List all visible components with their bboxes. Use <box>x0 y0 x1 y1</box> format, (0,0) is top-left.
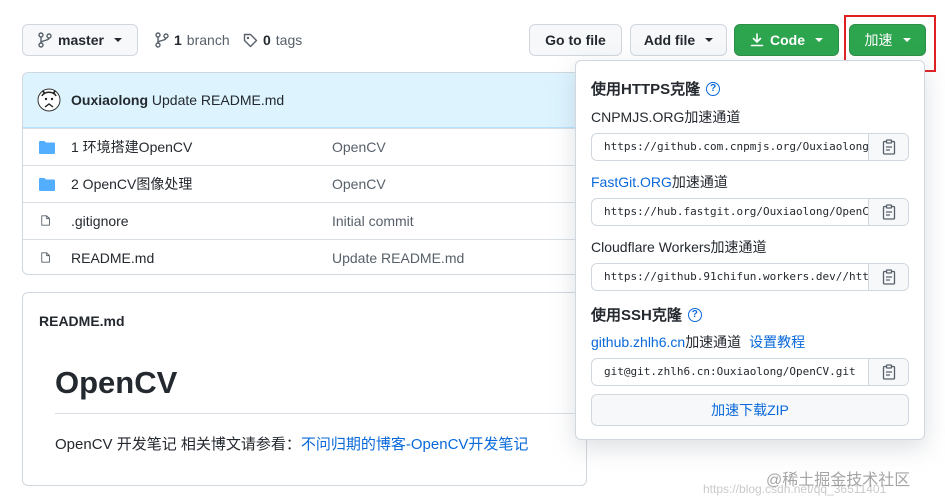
tag-count: 0 <box>263 32 271 48</box>
clipboard-icon <box>882 204 895 220</box>
branch-word: branch <box>186 32 230 48</box>
readme-text: OpenCV 开发笔记 相关博文请参看：不问归期的博客-OpenCV开发笔记 <box>55 433 528 454</box>
fastgit-link[interactable]: FastGit.ORG <box>591 174 672 190</box>
add-file-label: Add file <box>643 32 696 48</box>
branch-count: 1 <box>174 32 182 48</box>
ssh-setup-link[interactable]: 设置教程 <box>749 334 805 350</box>
folder-icon <box>39 141 55 154</box>
chevron-down-icon <box>902 38 911 42</box>
cnpmjs-label: CNPMJS.ORG加速通道 <box>591 109 741 125</box>
branch-icon <box>38 32 52 48</box>
ssh-clone-title: 使用SSH克隆 <box>591 307 682 324</box>
fastgit-suffix: 加速通道 <box>671 174 728 190</box>
copy-button[interactable] <box>868 134 908 160</box>
commit-message[interactable]: Update README.md <box>152 92 284 108</box>
readme-title-divider <box>55 413 586 414</box>
avatar[interactable] <box>37 88 61 112</box>
download-icon <box>750 33 764 47</box>
copy-button[interactable] <box>868 359 908 385</box>
table-row[interactable]: 2 OpenCV图像处理 OpenCV <box>23 165 586 202</box>
file-name[interactable]: 2 OpenCV图像处理 <box>71 174 192 194</box>
download-zip-button[interactable]: 加速下载ZIP <box>591 394 909 426</box>
ssh-label: github.zhlh6.cn加速通道 设置教程 <box>591 332 805 352</box>
copy-button[interactable] <box>868 199 908 225</box>
code-label: Code <box>770 32 805 48</box>
cnpmjs-url-field[interactable]: https://github.com.cnpmjs.org/Ouxiaolong… <box>591 133 909 161</box>
code-button[interactable]: Code <box>734 24 839 56</box>
file-commit-message[interactable]: OpenCV <box>332 176 386 192</box>
file-icon <box>41 252 50 263</box>
file-name[interactable]: 1 环境搭建OpenCV <box>71 137 192 157</box>
cnpmjs-url[interactable]: https://github.com.cnpmjs.org/Ouxiaolong… <box>592 134 868 160</box>
go-to-file-button[interactable]: Go to file <box>529 24 622 56</box>
chevron-down-icon <box>705 38 714 42</box>
commit-author[interactable]: Ouxiaolong <box>71 92 148 108</box>
add-file-button[interactable]: Add file <box>630 24 727 56</box>
file-commit-message[interactable]: Update README.md <box>332 250 464 266</box>
table-row[interactable]: 1 环境搭建OpenCV OpenCV <box>23 128 586 165</box>
file-name[interactable]: .gitignore <box>71 213 129 229</box>
accelerate-label: 加速 <box>864 32 893 48</box>
help-icon[interactable]: ? <box>687 307 702 322</box>
https-clone-title: 使用HTTPS克隆 <box>591 81 701 98</box>
cloudflare-url-field[interactable]: https://github.91chifun.workers.dev//htt… <box>591 263 909 291</box>
branch-select-label: master <box>58 32 104 48</box>
clipboard-icon <box>882 269 895 285</box>
cloudflare-url[interactable]: https://github.91chifun.workers.dev//htt… <box>592 264 868 290</box>
accelerate-button[interactable]: 加速 <box>849 24 926 56</box>
cloudflare-label: Cloudflare Workers加速通道 <box>591 239 767 255</box>
go-to-file-label: Go to file <box>545 32 606 48</box>
fastgit-label: FastGit.ORG加速通道 <box>591 172 728 192</box>
fastgit-url-field[interactable]: https://hub.fastgit.org/Ouxiaolong/OpenC… <box>591 198 909 226</box>
ssh-suffix: 加速通道 <box>685 334 742 350</box>
folder-icon <box>39 178 55 191</box>
readme-panel: README.md OpenCV OpenCV 开发笔记 相关博文请参看：不问归… <box>22 292 587 486</box>
readme-blog-link[interactable]: 不问归期的博客-OpenCV开发笔记 <box>301 436 529 453</box>
branch-icon <box>155 32 169 48</box>
https-clone-heading: 使用HTTPS克隆 ? <box>591 78 721 99</box>
accelerate-dropdown: 使用HTTPS克隆 ? CNPMJS.ORG加速通道 https://githu… <box>575 60 925 440</box>
table-row[interactable]: README.md Update README.md <box>23 239 586 274</box>
readme-description: OpenCV 开发笔记 相关博文请参看： <box>55 436 301 453</box>
file-list-panel: Ouxiaolong Update README.md 1 环境搭建OpenCV… <box>22 72 587 275</box>
file-commit-message[interactable]: Initial commit <box>332 213 414 229</box>
file-name[interactable]: README.md <box>71 250 154 266</box>
branch-select-button[interactable]: master <box>22 24 138 56</box>
clipboard-icon <box>882 139 895 155</box>
chevron-down-icon <box>113 38 122 42</box>
ssh-clone-heading: 使用SSH克隆 ? <box>591 304 702 325</box>
copy-button[interactable] <box>868 264 908 290</box>
help-icon[interactable]: ? <box>706 81 721 96</box>
branches-link[interactable]: 1 branch <box>155 30 230 50</box>
fastgit-url[interactable]: https://hub.fastgit.org/Ouxiaolong/OpenC… <box>592 199 868 225</box>
tags-link[interactable]: 0 tags <box>243 30 302 50</box>
chevron-down-icon <box>815 38 823 42</box>
readme-header: README.md <box>39 313 125 329</box>
tag-icon <box>243 33 258 47</box>
ssh-url-field[interactable]: git@git.zhlh6.cn:Ouxiaolong/OpenCV.git <box>591 358 909 386</box>
file-icon <box>41 215 50 226</box>
watermark-bottom: https://blog.csdn.net/qq_36511401 <box>703 482 887 496</box>
readme-title: OpenCV <box>55 365 178 400</box>
file-commit-message[interactable]: OpenCV <box>332 139 386 155</box>
tag-word: tags <box>275 32 303 48</box>
table-row[interactable]: .gitignore Initial commit <box>23 202 586 239</box>
clipboard-icon <box>882 364 895 380</box>
latest-commit-bar: Ouxiaolong Update README.md <box>23 73 586 128</box>
ssh-url[interactable]: git@git.zhlh6.cn:Ouxiaolong/OpenCV.git <box>592 359 868 385</box>
ssh-mirror-link[interactable]: github.zhlh6.cn <box>591 334 685 350</box>
